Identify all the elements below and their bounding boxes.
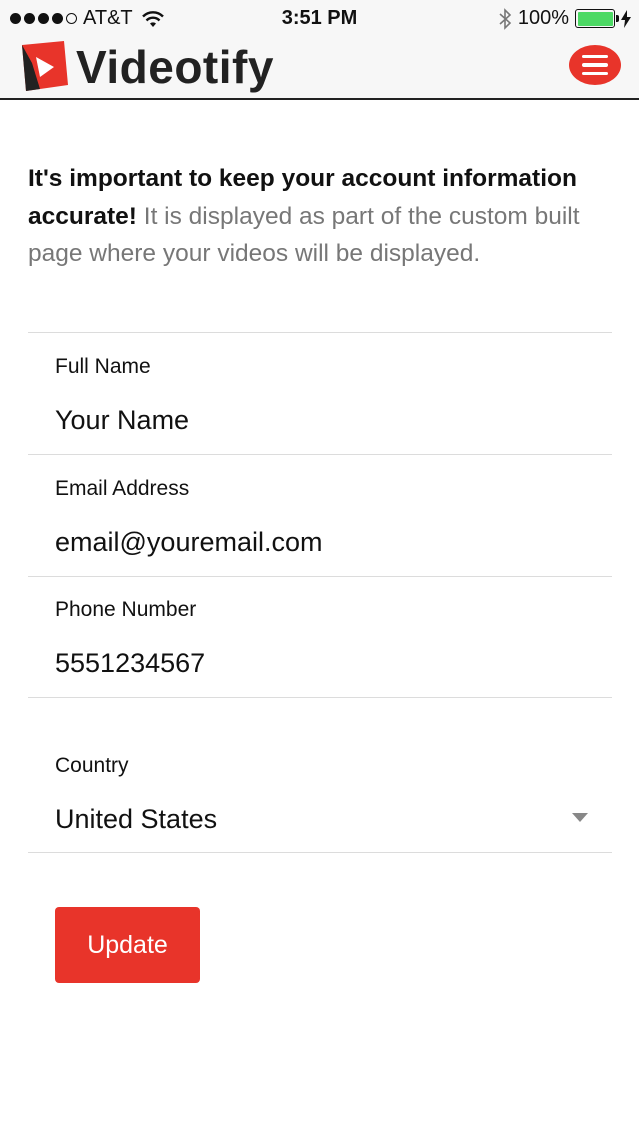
divider (28, 852, 612, 853)
status-bar: AT&T 3:51 PM 100% (0, 0, 639, 36)
hamburger-icon-bar (582, 71, 608, 76)
status-right: 100% (498, 7, 631, 30)
hamburger-icon-bar (582, 63, 608, 67)
divider (28, 332, 612, 333)
update-button[interactable]: Update (55, 907, 200, 983)
full-name-label: Full Name (55, 355, 151, 378)
battery-cap (616, 15, 619, 22)
email-label: Email Address (55, 477, 190, 500)
chevron-down-icon[interactable] (572, 813, 588, 822)
country-select[interactable]: United States (55, 804, 217, 835)
menu-button[interactable] (569, 45, 621, 85)
app-header: Videotify (0, 36, 639, 100)
bluetooth-icon (499, 7, 512, 30)
full-name-input[interactable]: Your Name (55, 405, 189, 436)
brand-name[interactable]: Videotify (76, 40, 274, 94)
divider (28, 576, 612, 577)
divider (28, 454, 612, 455)
videotify-logo-icon[interactable] (16, 39, 70, 93)
charging-bolt-icon (621, 9, 631, 28)
hamburger-icon (582, 54, 608, 59)
email-input[interactable]: email@youremail.com (55, 527, 322, 558)
phone-label: Phone Number (55, 598, 197, 621)
divider (28, 697, 612, 698)
phone-input[interactable]: 5551234567 (55, 648, 205, 679)
country-label: Country (55, 754, 129, 777)
battery-icon (575, 9, 619, 28)
battery-percent: 100% (517, 7, 569, 29)
intro-text: It's important to keep your account info… (28, 160, 603, 273)
battery-fill (577, 11, 613, 26)
